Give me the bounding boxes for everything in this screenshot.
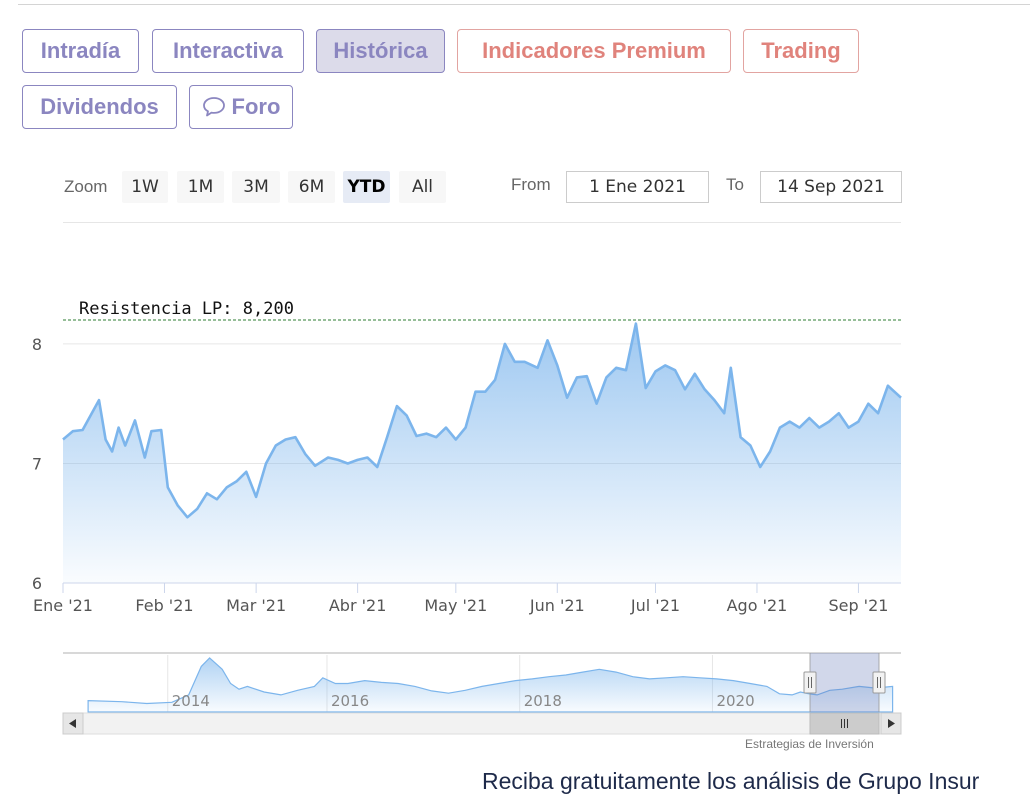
x-tick-label: Jun '21 <box>529 596 585 615</box>
navigator-handle-left[interactable] <box>803 671 817 694</box>
navigator-tick-label: 2020 <box>716 692 754 710</box>
x-tick-label: Jul '21 <box>630 596 680 615</box>
scrollbar-track[interactable] <box>62 712 902 735</box>
navigator-selection-mask[interactable] <box>810 653 879 712</box>
navigator-tick-label: 2018 <box>524 692 562 710</box>
x-tick-label: Feb '21 <box>135 596 193 615</box>
navigator-tick-label: 2016 <box>331 692 369 710</box>
y-tick-label: 6 <box>32 574 42 593</box>
y-tick-label: 8 <box>32 335 42 354</box>
navigator[interactable]: 2014 2016 2018 2020 <box>63 652 901 713</box>
navigator-handle-right[interactable] <box>872 671 886 694</box>
x-tick-label: May '21 <box>424 596 487 615</box>
chart-credit[interactable]: Estrategias de Inversión <box>745 737 874 751</box>
y-axis-ticks: 8 7 6 <box>32 335 42 593</box>
x-tick-label: Mar '21 <box>226 596 286 615</box>
scrollbar[interactable] <box>62 712 902 735</box>
navigator-tick-label: 2014 <box>172 692 210 710</box>
x-tick-label: Abr '21 <box>329 596 387 615</box>
x-tick-label: Ago '21 <box>727 596 788 615</box>
y-tick-label: 7 <box>32 454 42 473</box>
x-tick-label: Sep '21 <box>828 596 888 615</box>
x-axis-ticks: Ene '21 Feb '21 Mar '21 Abr '21 May '21 Jun '… <box>33 583 888 615</box>
price-chart: 8 7 6 Resistencia LP: 8,200 Ene '21 Feb '21… <box>32 299 902 735</box>
x-tick-label: Ene '21 <box>33 596 93 615</box>
footer-promo-text: Reciba gratuitamente los análisis de Gru… <box>482 768 980 794</box>
resistance-label: Resistencia LP: 8,200 <box>79 299 294 319</box>
price-area <box>63 323 901 583</box>
